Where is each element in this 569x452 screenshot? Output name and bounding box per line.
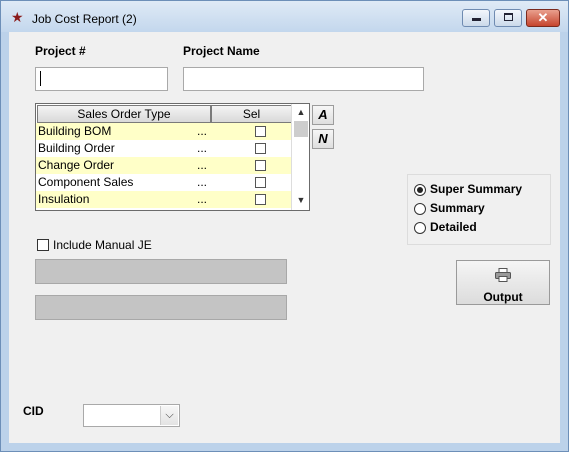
ellipsis-cell[interactable]: ...	[197, 191, 207, 208]
grid-row[interactable]: Insulation ...	[36, 191, 292, 208]
sales-order-type-cell: Change Order	[38, 158, 115, 172]
radio-summary-label[interactable]: Summary	[430, 201, 485, 215]
include-manual-je-checkbox[interactable]	[37, 239, 49, 251]
sales-order-type-cell: Building Order	[38, 141, 115, 155]
row-select-checkbox[interactable]	[255, 160, 266, 171]
ellipsis-cell[interactable]: ...	[197, 174, 207, 191]
cid-label: CID	[23, 404, 44, 418]
sales-order-type-cell: Insulation	[38, 192, 90, 206]
project-name-label: Project Name	[183, 44, 260, 58]
job-cost-report-window: ★ Job Cost Report (2) ✕ Project # Projec…	[0, 0, 569, 452]
window-title: Job Cost Report (2)	[32, 12, 137, 26]
minimize-icon	[472, 18, 481, 21]
printer-icon	[495, 268, 511, 282]
ellipsis-cell[interactable]: ...	[197, 157, 207, 174]
chevron-down-icon[interactable]: ⌵	[160, 406, 178, 425]
title-bar[interactable]: ★ Job Cost Report (2) ✕	[1, 1, 568, 32]
close-icon: ✕	[537, 10, 549, 25]
text-caret	[40, 71, 41, 86]
radio-detailed[interactable]	[414, 222, 426, 234]
output-button[interactable]: Output	[456, 260, 550, 305]
maximize-icon	[504, 13, 513, 21]
minimize-button[interactable]	[462, 9, 490, 27]
scrollbar-thumb[interactable]	[294, 121, 308, 137]
radio-super-summary[interactable]	[414, 184, 426, 196]
app-star-icon: ★	[11, 9, 24, 25]
include-manual-je-label: Include Manual JE	[53, 238, 152, 252]
grid-vertical-scrollbar[interactable]: ▲ ▼	[291, 104, 309, 210]
project-number-label: Project #	[35, 44, 86, 58]
project-number-input[interactable]	[35, 67, 168, 91]
grid-row[interactable]: Component Sales ...	[36, 174, 292, 191]
radio-super-summary-label[interactable]: Super Summary	[430, 182, 522, 196]
project-name-input[interactable]	[183, 67, 424, 91]
cid-combobox[interactable]: ⌵	[83, 404, 180, 427]
scroll-down-icon[interactable]: ▼	[292, 193, 309, 208]
column-header-sel[interactable]: Sel	[211, 105, 292, 123]
output-button-label: Output	[483, 290, 523, 304]
grid-row[interactable]: Building BOM ...	[36, 123, 292, 140]
ellipsis-cell[interactable]: ...	[197, 123, 207, 140]
grid-row[interactable]: Building Order ...	[36, 140, 292, 157]
maximize-button[interactable]	[494, 9, 522, 27]
sales-order-type-grid[interactable]: Sales Order Type Sel Building BOM ... Bu…	[35, 103, 310, 211]
disabled-field-2	[35, 295, 287, 320]
disabled-field-1	[35, 259, 287, 284]
dialog-body: Project # Project Name Sales Order Type …	[9, 32, 560, 443]
sales-order-type-cell: Component Sales	[38, 175, 134, 189]
report-level-group: Super Summary Summary Detailed	[407, 174, 551, 245]
row-select-checkbox[interactable]	[255, 177, 266, 188]
sales-order-type-cell: Building BOM	[38, 124, 112, 138]
select-all-button[interactable]: A	[312, 105, 334, 125]
row-select-checkbox[interactable]	[255, 126, 266, 137]
row-select-checkbox[interactable]	[255, 143, 266, 154]
select-none-button[interactable]: N	[312, 129, 334, 149]
radio-summary[interactable]	[414, 203, 426, 215]
row-select-checkbox[interactable]	[255, 194, 266, 205]
close-button[interactable]: ✕	[526, 9, 560, 27]
grid-row[interactable]: Change Order ...	[36, 157, 292, 174]
scroll-up-icon[interactable]: ▲	[292, 105, 309, 120]
radio-detailed-label[interactable]: Detailed	[430, 220, 477, 234]
ellipsis-cell[interactable]: ...	[197, 140, 207, 157]
column-header-sales-order-type[interactable]: Sales Order Type	[37, 105, 211, 123]
